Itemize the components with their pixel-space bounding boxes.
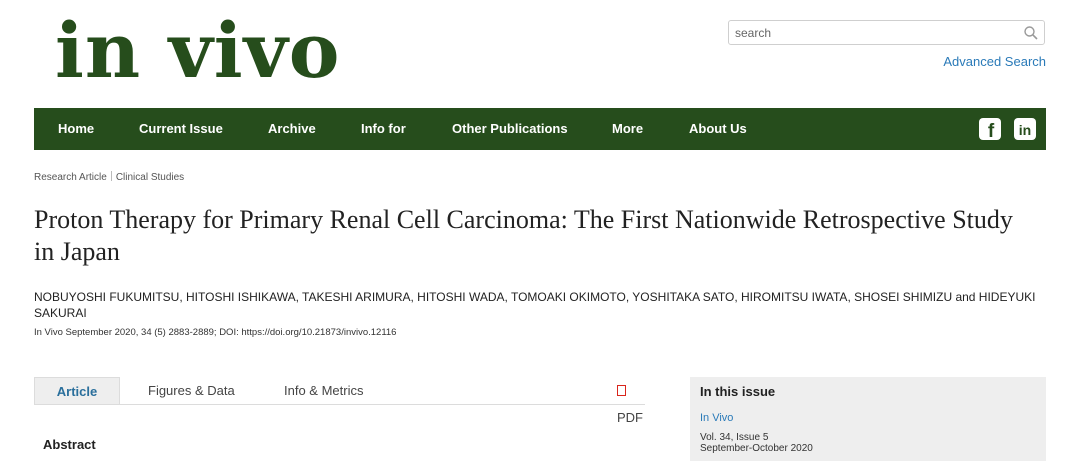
search-input[interactable]	[729, 21, 1031, 44]
nav-more[interactable]: More	[612, 108, 643, 150]
issue-info: Vol. 34, Issue 5 September-October 2020	[700, 432, 813, 454]
pdf-link[interactable]: PDF	[617, 377, 645, 425]
in-this-issue-panel: In this issue In Vivo Vol. 34, Issue 5 S…	[690, 377, 1046, 461]
issue-volume: Vol. 34, Issue 5	[700, 432, 769, 443]
author-list: NOBUYOSHI FUKUMITSU, HITOSHI ISHIKAWA, T…	[34, 290, 1036, 320]
tab-info-metrics[interactable]: Info & Metrics	[284, 377, 363, 404]
breadcrumb-article-type[interactable]: Research Article	[34, 172, 107, 183]
svg-text:f: f	[988, 121, 995, 140]
citation-line: In Vivo September 2020, 34 (5) 2883-2889…	[34, 327, 397, 338]
article-title: Proton Therapy for Primary Renal Cell Ca…	[34, 205, 1013, 266]
tab-article[interactable]: Article	[34, 377, 120, 404]
nav-home[interactable]: Home	[58, 108, 94, 150]
nav-current-issue[interactable]: Current Issue	[139, 108, 223, 150]
breadcrumb-divider	[110, 171, 112, 181]
nav-about-us[interactable]: About Us	[689, 108, 747, 150]
in-this-issue-heading: In this issue	[700, 384, 776, 399]
tab-figures-data[interactable]: Figures & Data	[148, 377, 235, 404]
nav-other-publications[interactable]: Other Publications	[452, 108, 568, 150]
issue-date: September-October 2020	[700, 443, 813, 454]
nav-info-for[interactable]: Info for	[361, 108, 406, 150]
search-icon[interactable]	[1023, 25, 1039, 41]
breadcrumb: Research Article Clinical Studies	[34, 171, 184, 183]
search-box	[728, 20, 1045, 45]
linkedin-icon[interactable]: in	[1014, 118, 1036, 140]
pdf-label: PDF	[617, 410, 643, 425]
advanced-search-link[interactable]: Advanced Search	[943, 54, 1046, 69]
svg-text:in: in	[1019, 122, 1031, 138]
nav-archive[interactable]: Archive	[268, 108, 316, 150]
article-tabs: Article Figures & Data Info & Metrics PD…	[34, 377, 645, 425]
abstract-heading: Abstract	[43, 437, 96, 452]
main-nav: Home Current Issue Archive Info for Othe…	[34, 108, 1046, 150]
journal-link[interactable]: In Vivo	[700, 412, 733, 424]
journal-logo[interactable]: in vivo	[55, 6, 340, 96]
breadcrumb-section[interactable]: Clinical Studies	[116, 172, 184, 183]
facebook-icon[interactable]: f	[979, 118, 1001, 142]
pdf-icon	[617, 385, 626, 396]
